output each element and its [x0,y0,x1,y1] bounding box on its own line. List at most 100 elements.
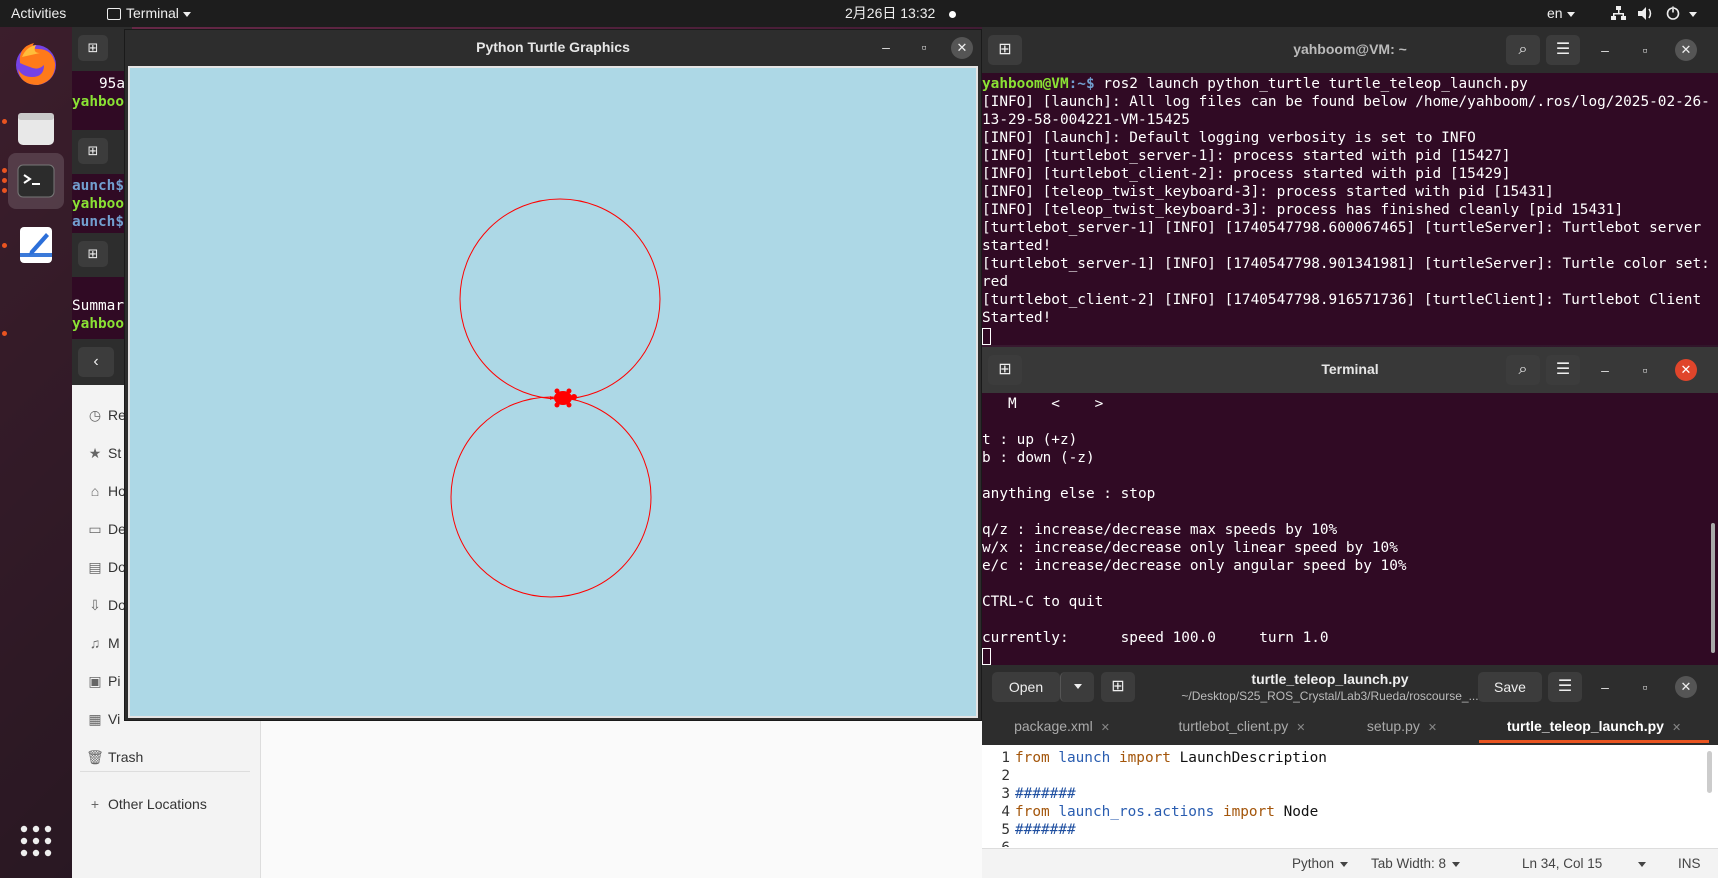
terminal-icon [17,164,55,198]
music-icon: ♫ [89,635,101,651]
code-token: LaunchDescription [1170,750,1327,766]
tab-setup-py[interactable]: setup.py ✕ [1342,709,1462,743]
language-selector[interactable]: en [1547,0,1575,27]
tab-label: package.xml [1014,718,1093,734]
editor-tabs: package.xml ✕ turtlebot_client.py ✕ setup.… [982,709,1718,745]
close-icon[interactable]: ✕ [1675,676,1697,698]
open-dropdown-button[interactable] [1060,672,1094,702]
close-icon[interactable]: ✕ [1428,722,1437,734]
sidebar-item-label: Vi [108,711,121,727]
close-icon[interactable]: ✕ [1672,722,1681,734]
maximize-icon[interactable]: ▫ [1632,357,1658,383]
maximize-icon[interactable]: ▫ [1632,37,1658,63]
document-title: turtle_teleop_launch.py [1251,671,1409,687]
language-selector[interactable]: Python [1292,849,1349,878]
new-tab-icon[interactable]: ⊞ [78,35,108,61]
new-tab-icon[interactable]: ⊞ [78,138,108,164]
minimize-icon[interactable]: – [1592,37,1618,63]
clock-icon: ◷ [88,407,102,423]
app-menu[interactable]: Terminal [107,0,191,27]
running-indicator [2,119,7,124]
tab-width-selector[interactable]: Tab Width: 8 [1371,849,1461,878]
prompt-user: yahboom@VM [982,76,1069,92]
text-editor-icon [20,227,52,263]
code-line: 5 ####### [990,821,1718,839]
terminal-titlebar[interactable]: ⊞ Terminal ⌕ ☰ – ▫ ✕ [982,347,1718,393]
minimize-icon[interactable]: – [1592,674,1618,700]
code-token: from [1015,750,1050,766]
system-menu[interactable] [1610,0,1718,27]
terminal-line: aunch$ [72,214,124,230]
activities-button[interactable]: Activities [11,0,66,27]
terminal-line: [INFO] [teleop_twist_keyboard-3]: proces… [982,184,1554,200]
terminal-line: currently: speed 100.0 turn 1.0 [982,630,1329,646]
terminal-line: aunch$ [72,178,124,194]
back-button[interactable]: ‹ [78,347,114,377]
editor-headerbar[interactable]: Open ⊞ turtle_teleop_launch.py ~/Desktop… [982,665,1718,709]
sidebar-item-other-locations[interactable]: + Other Locations [72,787,244,821]
close-icon[interactable]: ✕ [951,37,973,59]
new-tab-icon[interactable]: ⊞ [78,241,108,267]
dock-terminal[interactable] [8,153,64,209]
terminal-titlebar[interactable]: ⊞ yahboom@VM: ~ ⌕ ☰ – ▫ ✕ [982,27,1718,73]
minimize-icon[interactable]: – [873,34,899,60]
save-button[interactable]: Save [1478,672,1542,702]
terminal-line: e/c : increase/decrease only angular spe… [982,558,1407,574]
language-label: Python [1292,856,1335,871]
tab-turtle-teleop-launch[interactable]: turtle_teleop_launch.py ✕ [1479,709,1709,743]
line-number: 5 [1001,822,1010,838]
firefox-icon [16,43,56,85]
turtle-titlebar[interactable]: Python Turtle Graphics – ▫ ✕ [125,30,981,64]
tab-turtlebot-client[interactable]: turtlebot_client.py ✕ [1142,709,1342,743]
turtle-window[interactable]: Python Turtle Graphics – ▫ ✕ [124,29,982,721]
close-icon[interactable]: ✕ [1675,39,1697,61]
bg-terminal-output: Summar yahboo [72,297,132,339]
close-icon[interactable]: ✕ [1675,359,1697,381]
code-editor[interactable]: 1 from launch import LaunchDescription 2 … [982,749,1718,847]
cursor-position-selector[interactable]: Ln 34, Col 15 [1522,849,1647,878]
new-document-icon: ⊞ [1111,678,1125,695]
search-button[interactable]: ⌕ [1506,35,1540,65]
menu-button[interactable]: ☰ [1546,35,1580,65]
terminal-window-main[interactable]: ⊞ yahboom@VM: ~ ⌕ ☰ – ▫ ✕ yahboom@VM:~$ … [982,27,1718,345]
close-icon[interactable]: ✕ [1101,722,1110,734]
window-title: Python Turtle Graphics [476,39,630,55]
terminal-line: M < > [982,396,1104,412]
new-document-button[interactable]: ⊞ [1101,672,1135,702]
tab-package-xml[interactable]: package.xml ✕ [982,709,1142,743]
maximize-icon[interactable]: ▫ [1632,674,1658,700]
open-button[interactable]: Open [992,672,1060,702]
terminal-line: Summar [72,298,124,314]
top-bar: Activities Terminal 2月26日 13:32 en [0,0,1718,27]
maximize-icon[interactable]: ▫ [911,34,937,60]
search-icon: ⌕ [1518,41,1528,58]
dock-files[interactable] [8,101,64,157]
chevron-down-icon [1340,861,1349,867]
menu-button[interactable]: ☰ [1546,355,1580,385]
terminal-output: yahboom@VM:~$ ros2 launch python_turtle … [982,75,1718,345]
menu-button[interactable]: ☰ [1548,672,1582,702]
minimize-icon[interactable]: – [1592,357,1618,383]
dock-text-editor[interactable] [8,217,64,273]
search-button[interactable]: ⌕ [1506,355,1540,385]
code-token: from [1015,804,1050,820]
text-editor-window[interactable]: Open ⊞ turtle_teleop_launch.py ~/Desktop… [982,665,1718,878]
terminal-window-teleop[interactable]: ⊞ Terminal ⌕ ☰ – ▫ ✕ M < > t : up (+z) b… [982,347,1718,665]
sidebar-item-trash[interactable]: 🗑 Trash [72,740,244,774]
turtle-canvas[interactable] [128,66,978,718]
scrollbar[interactable] [1707,751,1712,793]
plus-icon: + [90,796,100,812]
insert-mode-indicator[interactable]: INS [1678,849,1701,878]
clock[interactable]: 2月26日 13:32 [845,0,957,27]
line-number: 1 [1001,750,1010,766]
show-apps-button[interactable] [8,813,64,869]
close-icon[interactable]: ✕ [1296,722,1305,734]
desktop-icon: ▭ [88,521,102,537]
line-number: 2 [1001,768,1010,784]
scrollbar[interactable] [1711,523,1715,653]
dock-firefox[interactable] [8,35,64,91]
hamburger-icon: ☰ [1555,41,1571,58]
code-comment: ####### [1015,786,1076,802]
background-terminal[interactable]: ⊞ 95a yahboo ⊞ aunch$ yahboo aunch$ ⊞ Su… [72,27,132,339]
